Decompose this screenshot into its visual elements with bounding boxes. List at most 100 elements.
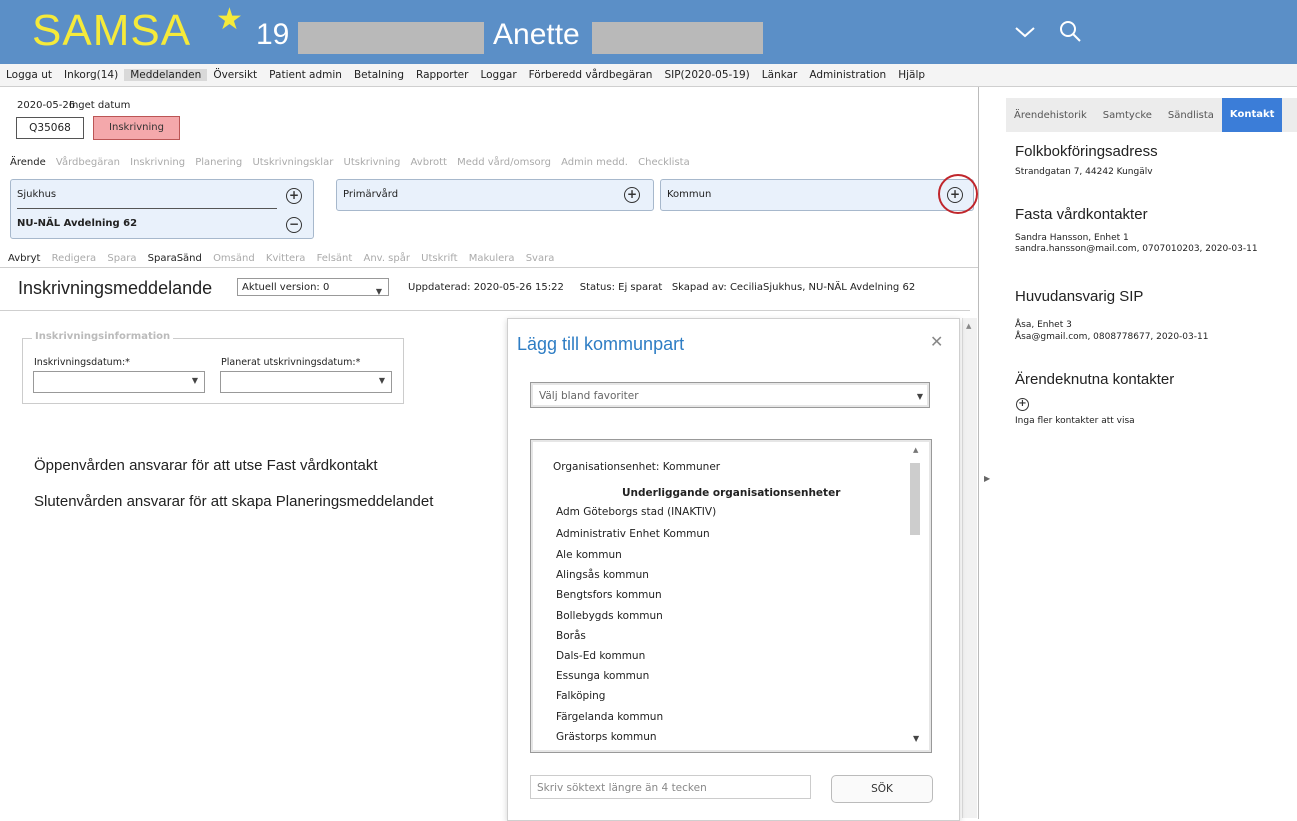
huvudansvarig-sip-heading: Huvudansvarig SIP (1015, 288, 1144, 305)
caret-down-icon: ▼ (378, 376, 385, 385)
tab-checklista[interactable]: Checklista (638, 157, 690, 168)
arendeknutna-heading: Ärendeknutna kontakter (1015, 371, 1175, 388)
list-scrollbar-thumb[interactable] (910, 463, 920, 535)
tab-utskrivning[interactable]: Utskrivning (344, 157, 401, 168)
org-unit-title: Organisationsenhet: Kommuner (553, 461, 721, 473)
redigera-button[interactable]: Redigera (52, 253, 97, 264)
folkbokforing-heading: Folkbokföringsadress (1015, 143, 1158, 160)
list-item[interactable]: Bengtsfors kommun (556, 589, 662, 601)
tab-medd-vard-omsorg[interactable]: Medd vård/omsorg (457, 157, 551, 168)
document-info: Uppdaterad: 2020-05-26 15:22 Status: Ej … (408, 282, 915, 293)
version-select[interactable]: Aktuell version: 0 ▼ (237, 278, 389, 296)
right-tabs: Ärendehistorik Samtycke Sändlista Kontak… (1006, 98, 1297, 132)
redacted-patient-id (298, 22, 484, 54)
no-more-contacts-text: Inga fler kontakter att visa (1015, 416, 1135, 426)
search-button[interactable]: SÖK (831, 775, 933, 803)
divider (0, 267, 978, 268)
chevron-down-icon[interactable] (1010, 16, 1040, 46)
patient-id-prefix: 19 (256, 18, 290, 51)
tab-planering[interactable]: Planering (195, 157, 242, 168)
tab-samtycke[interactable]: Samtycke (1095, 110, 1160, 121)
kvittera-button[interactable]: Kvittera (266, 253, 306, 264)
redacted-patient-surname (592, 22, 763, 54)
party-kommun: Kommun + (660, 179, 974, 211)
svara-button[interactable]: Svara (526, 253, 555, 264)
add-circle-icon[interactable]: + (624, 187, 640, 203)
list-item[interactable]: Essunga kommun (556, 670, 649, 682)
list-item[interactable]: Falköping (556, 690, 605, 702)
tab-vardbegaran[interactable]: Vårdbegäran (56, 157, 120, 168)
list-item[interactable]: Färgelanda kommun (556, 711, 663, 723)
version-select-value: Aktuell version: 0 (242, 282, 330, 293)
utskrivningsdatum-select[interactable]: ▼ (220, 371, 392, 393)
sparasand-button[interactable]: SparaSänd (148, 253, 202, 264)
party-primarvard-label: Primärvård (343, 189, 399, 200)
info-message: Slutenvården ansvarar för att skapa Plan… (34, 493, 434, 510)
collapse-arrow-icon[interactable]: ▶ (984, 474, 990, 483)
highlight-circle (938, 174, 978, 214)
makulera-button[interactable]: Makulera (469, 253, 515, 264)
menu-lankar[interactable]: Länkar (756, 69, 804, 81)
menu-loggar[interactable]: Loggar (474, 69, 522, 81)
menu-hjalp[interactable]: Hjälp (892, 69, 931, 81)
menu-betalning[interactable]: Betalning (348, 69, 410, 81)
menu-logga-ut[interactable]: Logga ut (0, 69, 58, 81)
tab-arendehistorik[interactable]: Ärendehistorik (1006, 110, 1095, 121)
fasta-vardkontakter-heading: Fasta vårdkontakter (1015, 206, 1148, 223)
spara-button[interactable]: Spara (107, 253, 136, 264)
case-tabs: Ärende Vårdbegäran Inskrivning Planering… (10, 157, 697, 168)
case-status-badge[interactable]: Inskrivning (93, 116, 180, 140)
menu-meddelanden[interactable]: Meddelanden (124, 69, 208, 81)
tab-utskrivningsklar[interactable]: Utskrivningsklar (252, 157, 333, 168)
inskrivningsdatum-select[interactable]: ▼ (33, 371, 205, 393)
tab-kontakt[interactable]: Kontakt (1221, 98, 1283, 132)
favorites-select[interactable]: Välj bland favoriter ▼ (530, 382, 930, 408)
list-item[interactable]: Adm Göteborgs stad (INAKTIV) (556, 506, 716, 518)
list-item[interactable]: Alingsås kommun (556, 569, 649, 581)
menu-sip[interactable]: SIP(2020-05-19) (658, 69, 755, 81)
star-icon[interactable]: ★ (216, 2, 243, 37)
document-title: Inskrivningsmeddelande (18, 278, 213, 298)
case-id: Q35068 (16, 117, 84, 139)
scroll-down-icon[interactable]: ▼ (913, 734, 919, 743)
search-icon[interactable] (1055, 16, 1085, 46)
close-icon[interactable]: ✕ (930, 332, 943, 351)
menu-rapporter[interactable]: Rapporter (410, 69, 474, 81)
tab-sandlista[interactable]: Sändlista (1160, 110, 1222, 121)
list-item[interactable]: Bollebygds kommun (556, 610, 663, 622)
divider (0, 310, 970, 311)
tab-arende[interactable]: Ärende (10, 157, 46, 168)
main-scrollbar[interactable]: ▲ (962, 318, 977, 818)
search-input[interactable]: Skriv söktext längre än 4 tecken (530, 775, 811, 799)
list-item[interactable]: Administrativ Enhet Kommun (556, 528, 710, 540)
list-item[interactable]: Dals-Ed kommun (556, 650, 645, 662)
menu-inkorg[interactable]: Inkorg(14) (58, 69, 124, 81)
scroll-up-icon[interactable]: ▲ (913, 446, 918, 454)
felsant-button[interactable]: Felsänt (317, 253, 353, 264)
add-circle-icon[interactable]: + (1016, 398, 1029, 411)
menu-administration[interactable]: Administration (803, 69, 892, 81)
list-item[interactable]: Ale kommun (556, 549, 622, 561)
tab-inskrivning[interactable]: Inskrivning (130, 157, 185, 168)
omsand-button[interactable]: Omsänd (213, 253, 255, 264)
scroll-up-icon[interactable]: ▲ (966, 322, 971, 330)
menu-forberedd-vardbegaran[interactable]: Förberedd vårdbegäran (523, 69, 659, 81)
menu-patient-admin[interactable]: Patient admin (263, 69, 348, 81)
case-date: 2020-05-26 (17, 100, 76, 111)
fasta-kontakt-name: Sandra Hansson, Enhet 1 (1015, 233, 1129, 243)
utskrift-button[interactable]: Utskrift (421, 253, 457, 264)
divider (17, 208, 277, 209)
caret-down-icon: ▼ (916, 392, 923, 401)
menu-oversikt[interactable]: Översikt (207, 69, 263, 81)
tab-avbrott[interactable]: Avbrott (411, 157, 447, 168)
remove-circle-icon[interactable]: − (286, 217, 302, 233)
tab-admin-medd[interactable]: Admin medd. (561, 157, 628, 168)
case-no-date: Inget datum (69, 100, 131, 111)
list-item[interactable]: Borås (556, 630, 586, 642)
utskrivningsdatum-label: Planerat utskrivningsdatum:* (221, 357, 361, 368)
list-item[interactable]: Grästorps kommun (556, 731, 657, 743)
avbryt-button[interactable]: Avbryt (8, 253, 40, 264)
anv-spar-button[interactable]: Anv. spår (364, 253, 410, 264)
add-circle-icon[interactable]: + (286, 188, 302, 204)
sip-contact-name: Åsa, Enhet 3 (1015, 320, 1072, 330)
